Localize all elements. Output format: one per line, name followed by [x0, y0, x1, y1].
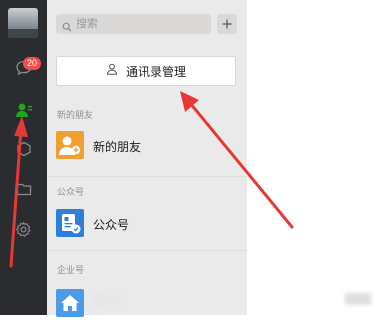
search-box[interactable]: [56, 14, 211, 34]
list-item-enterprise[interactable]: [47, 284, 247, 324]
search-icon: [62, 19, 72, 37]
contacts-manage-button[interactable]: 通讯录管理: [56, 56, 236, 86]
unread-badge: 20: [23, 57, 41, 70]
contacts-panel: 通讯录管理 新的朋友 新的朋友 公众号 公众号 企业号: [47, 0, 247, 317]
user-avatar[interactable]: [8, 8, 38, 38]
contacts-manage-label: 通讯录管理: [125, 64, 186, 79]
side-nav-rail: 20: [0, 0, 47, 315]
folder-icon[interactable]: [0, 176, 47, 202]
settings-icon[interactable]: [0, 216, 47, 242]
search-input[interactable]: [76, 14, 206, 34]
blurred-watermark: [345, 293, 371, 305]
section-label-official: 公众号: [57, 187, 85, 197]
divider: [47, 176, 247, 177]
list-item-new-friends[interactable]: 新的朋友: [47, 126, 247, 166]
plus-icon: [222, 19, 232, 29]
contacts-icon[interactable]: [0, 97, 47, 123]
blurred-name: [93, 292, 119, 305]
list-item-label: 公众号: [93, 218, 130, 232]
enterprise-icon: [56, 289, 84, 317]
divider: [47, 250, 247, 251]
list-item-official-accounts[interactable]: 公众号: [47, 204, 247, 244]
favorites-icon[interactable]: [0, 136, 47, 162]
add-button[interactable]: [217, 14, 237, 34]
list-item-label: 新的朋友: [93, 140, 142, 154]
official-account-icon: [56, 209, 84, 237]
section-label-enterprise: 企业号: [57, 265, 85, 275]
new-friend-icon: [56, 131, 84, 159]
section-label-new-friends: 新的朋友: [57, 110, 94, 120]
contacts-manage-icon: [106, 62, 118, 80]
